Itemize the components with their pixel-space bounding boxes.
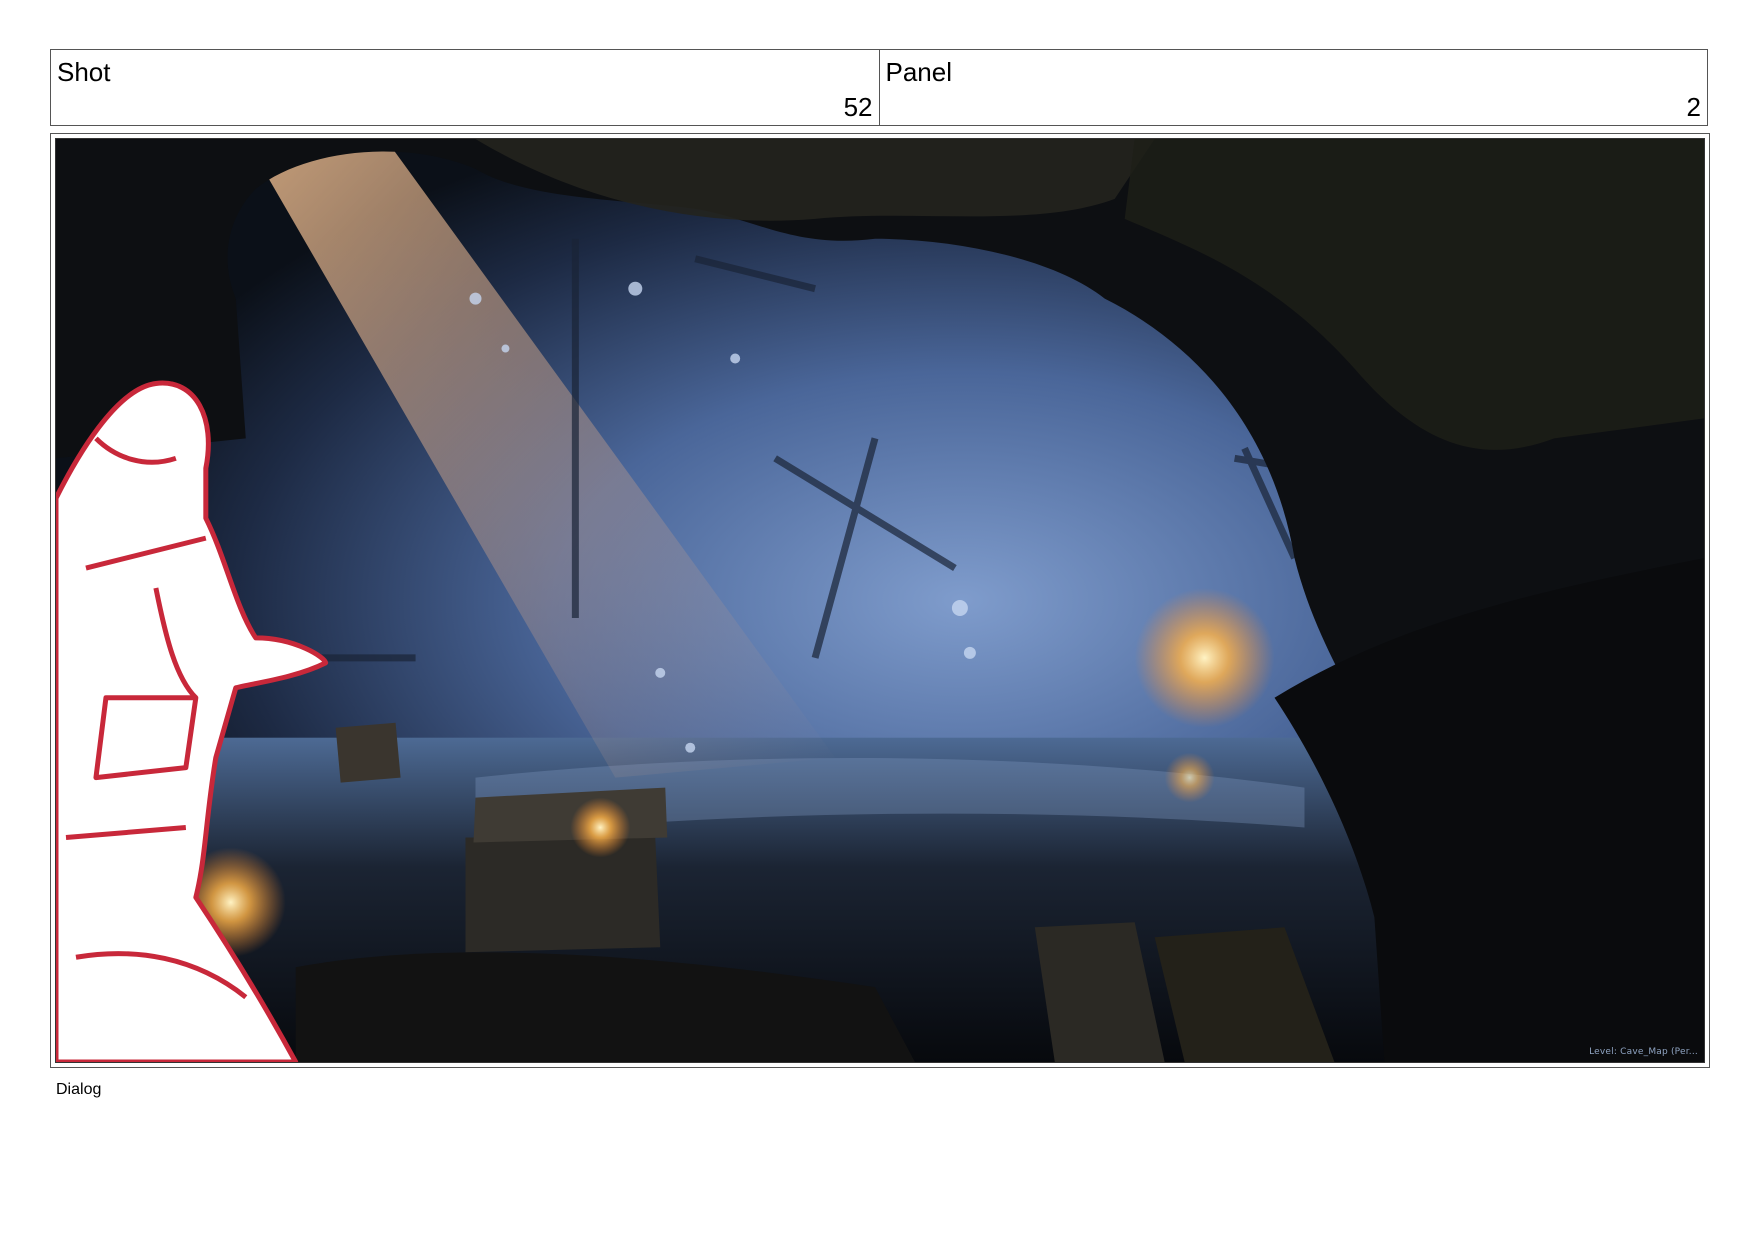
panel-number: 2 — [1686, 92, 1701, 122]
dialog-label: Dialog — [56, 1081, 102, 1098]
shot-cell: Shot 52 — [51, 50, 879, 125]
panel-cell: Panel 2 — [878, 50, 1708, 125]
shot-panel-header: Shot 52 Panel 2 — [50, 49, 1708, 126]
shot-label: Shot — [57, 57, 111, 87]
cave-scene-illustration — [56, 139, 1704, 1062]
storyboard-image: Level: Cave_Map (Per... — [55, 138, 1705, 1063]
shot-number: 52 — [843, 92, 873, 122]
level-overlay-text: Level: Cave_Map (Per... — [1589, 1047, 1698, 1057]
panel-label: Panel — [885, 57, 953, 87]
storyboard-frame: Level: Cave_Map (Per... — [50, 133, 1710, 1068]
